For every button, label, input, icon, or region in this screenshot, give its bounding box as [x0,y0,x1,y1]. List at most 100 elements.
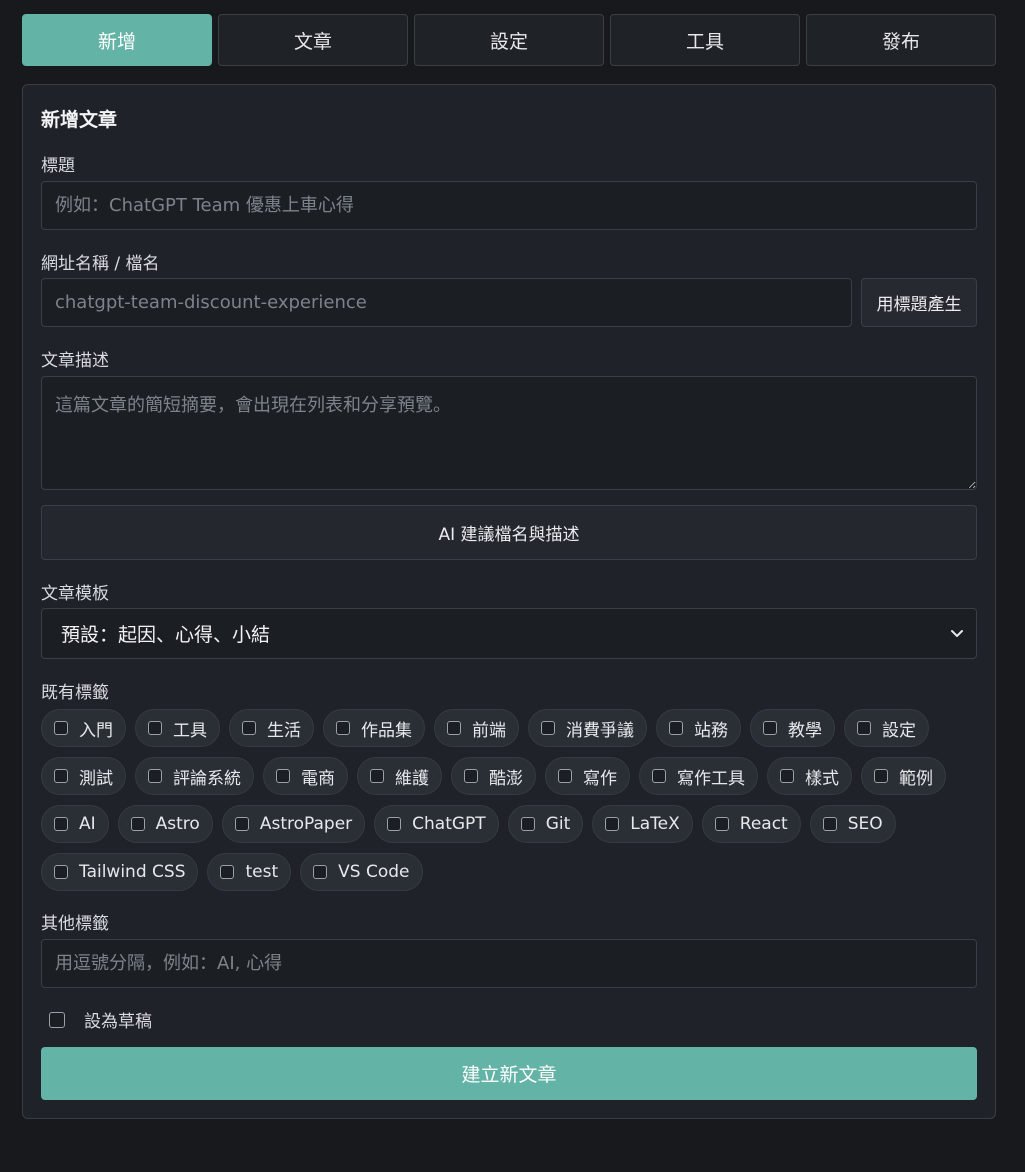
tag-label: 設定 [882,720,916,741]
tag-label: 前端 [472,720,506,741]
tag-chip[interactable]: AI [41,805,109,843]
tab-settings[interactable]: 設定 [414,14,604,66]
existing-tags-label: 既有標籤 [41,683,109,703]
tag-label: Git [545,814,571,834]
tag-label: AstroPaper [259,814,353,834]
tag-label: 酷澎 [489,768,523,789]
tag-checkbox[interactable] [130,817,145,831]
title-input[interactable] [41,181,977,230]
existing-tags-list: 入門 工具 生活 作品集 前端 消費爭議 站務 教學 設定測試 評論系統 電商 維護 酷澎 寫作 寫作工具 樣… [41,709,977,891]
tag-checkbox[interactable] [54,865,68,879]
tag-label: LaTeX [630,814,680,834]
tag-checkbox[interactable] [822,817,837,831]
tag-label: Astro [155,814,200,834]
tag-chip[interactable]: 寫作 [545,757,630,795]
tag-checkbox[interactable] [857,721,871,735]
tag-chip[interactable]: 站務 [656,709,741,747]
ai-suggest-button[interactable]: AI 建議檔名與描述 [41,505,977,560]
tag-chip[interactable]: Astro [117,805,213,843]
tab-tools[interactable]: 工具 [610,14,800,66]
tag-label: 生活 [267,720,301,741]
tag-checkbox[interactable] [220,865,235,879]
tag-checkbox[interactable] [234,817,249,831]
tag-checkbox[interactable] [541,721,555,735]
tag-checkbox[interactable] [336,721,350,735]
draft-label: 設為草稿 [84,1012,152,1032]
tag-checkbox[interactable] [558,769,572,783]
other-tags-input[interactable] [41,939,977,988]
tag-chip[interactable]: 範例 [861,757,946,795]
generate-slug-button[interactable]: 用標題產生 [861,278,977,327]
tag-checkbox[interactable] [780,769,794,783]
tag-checkbox[interactable] [387,817,402,831]
tag-checkbox[interactable] [148,769,162,783]
tag-chip[interactable]: AstroPaper [221,805,366,843]
tag-label: 樣式 [805,768,839,789]
tag-chip[interactable]: test [207,853,292,891]
tag-chip[interactable]: 樣式 [767,757,852,795]
description-label: 文章描述 [41,351,109,371]
tab-publish[interactable]: 發布 [806,14,996,66]
form-heading: 新增文章 [41,109,118,131]
tab-new[interactable]: 新增 [22,14,212,66]
tag-chip[interactable]: 生活 [229,709,314,747]
tag-chip[interactable]: ChatGPT [374,805,499,843]
tag-label: 範例 [899,768,933,789]
tag-label: SEO [847,814,883,834]
tag-chip[interactable]: 教學 [750,709,835,747]
tag-checkbox[interactable] [54,721,68,735]
tag-chip[interactable]: 酷澎 [451,757,536,795]
tag-chip[interactable]: LaTeX [592,805,693,843]
tag-checkbox[interactable] [669,721,683,735]
draft-checkbox[interactable] [49,1011,65,1028]
tag-checkbox[interactable] [874,769,888,783]
tag-checkbox[interactable] [276,769,290,783]
draft-checkbox-row[interactable]: 設為草稿 [49,1007,152,1032]
tag-chip[interactable]: 測試 [41,757,126,795]
tag-label: 寫作 [583,768,617,789]
tag-chip[interactable]: Git [507,805,584,843]
tag-checkbox[interactable] [447,721,461,735]
tag-label: 寫作工具 [677,768,745,789]
tag-checkbox[interactable] [313,865,328,879]
tag-chip[interactable]: 評論系統 [135,757,254,795]
tag-chip[interactable]: SEO [809,805,896,843]
tag-chip[interactable]: VS Code [300,853,423,891]
tag-label: React [739,814,788,834]
tag-chip[interactable]: 寫作工具 [639,757,758,795]
slug-input[interactable] [41,278,852,327]
create-post-button[interactable]: 建立新文章 [41,1047,977,1100]
tag-chip[interactable]: 維護 [357,757,442,795]
template-label: 文章模板 [41,584,109,604]
template-select[interactable]: 預設：起因、心得、小結 [41,608,977,659]
tag-chip[interactable]: 入門 [41,709,126,747]
new-post-form-panel: 新增文章 標題 網址名稱 / 檔名 用標題產生 文章描述 AI 建議檔名與描述 … [22,84,996,1119]
tag-checkbox[interactable] [714,817,729,831]
tag-label: 入門 [79,720,113,741]
tag-checkbox[interactable] [464,769,478,783]
tag-chip[interactable]: Tailwind CSS [41,853,199,891]
slug-label: 網址名稱 / 檔名 [41,254,160,274]
tag-chip[interactable]: React [701,805,801,843]
tag-checkbox[interactable] [763,721,777,735]
tag-checkbox[interactable] [242,721,256,735]
tag-chip[interactable]: 工具 [135,709,220,747]
tab-posts[interactable]: 文章 [218,14,408,66]
description-textarea[interactable] [41,376,977,490]
tag-chip[interactable]: 前端 [434,709,519,747]
tag-chip[interactable]: 作品集 [323,709,425,747]
tag-chip[interactable]: 設定 [844,709,929,747]
tag-checkbox[interactable] [54,769,68,783]
tag-chip[interactable]: 消費爭議 [528,709,647,747]
tag-checkbox[interactable] [54,817,68,831]
tag-label: 消費爭議 [566,720,634,741]
tag-label: 維護 [395,768,429,789]
tag-label: VS Code [338,862,410,882]
tag-checkbox[interactable] [520,817,535,831]
tag-checkbox[interactable] [652,769,666,783]
tag-checkbox[interactable] [370,769,384,783]
tag-checkbox[interactable] [148,721,162,735]
tag-label: 教學 [788,720,822,741]
tag-chip[interactable]: 電商 [263,757,348,795]
tag-checkbox[interactable] [605,817,620,831]
